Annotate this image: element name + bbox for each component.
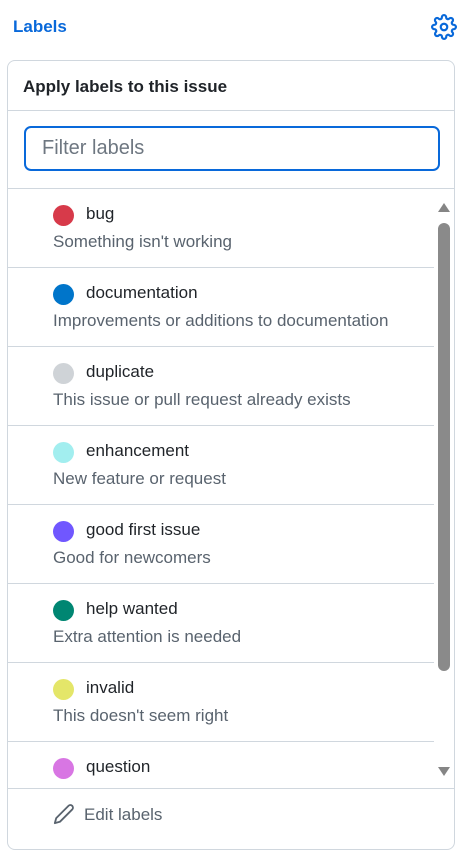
label-option-invalid[interactable]: invalid This doesn't seem right: [8, 663, 434, 742]
label-option-good-first-issue[interactable]: good first issue Good for newcomers: [8, 505, 434, 584]
edit-labels-label: Edit labels: [84, 805, 163, 824]
panel-title: Apply labels to this issue: [23, 77, 228, 96]
label-option-documentation[interactable]: documentation Improvements or additions t…: [8, 268, 434, 347]
label-option-bug[interactable]: bug Something isn't working: [8, 189, 434, 268]
scrollbar[interactable]: [436, 193, 452, 783]
label-description: This doesn't seem right: [53, 706, 229, 725]
divider: [8, 110, 454, 111]
label-option-question[interactable]: questionFurther information is requested: [8, 742, 434, 789]
label-name: enhancement: [86, 441, 190, 460]
label-name: duplicate: [86, 362, 155, 381]
labels-header: Labels: [0, 0, 471, 58]
label-option-enhancement[interactable]: enhancement New feature or request: [8, 426, 434, 505]
label-color-dot: [53, 442, 74, 463]
label-name: help wanted: [86, 599, 178, 618]
filter-labels-input[interactable]: [24, 126, 440, 171]
gear-icon[interactable]: [431, 14, 457, 40]
label-color-dot: [53, 521, 74, 542]
label-name: documentation: [86, 283, 198, 302]
label-color-dot: [53, 679, 74, 700]
label-description: Extra attention is needed: [53, 627, 242, 646]
scroll-down-arrow-icon[interactable]: [438, 767, 450, 776]
label-name: invalid: [86, 678, 135, 697]
label-option-duplicate[interactable]: duplicate This issue or pull request alre…: [8, 347, 434, 426]
label-description: Good for newcomers: [53, 548, 211, 567]
label-color-dot: [53, 758, 74, 779]
divider: [8, 788, 454, 789]
label-color-dot: [53, 284, 74, 305]
scrollbar-thumb[interactable]: [438, 223, 450, 671]
label-option-help-wanted[interactable]: help wanted Extra attention is needed: [8, 584, 434, 663]
labels-heading[interactable]: Labels: [13, 17, 67, 37]
label-color-dot: [53, 600, 74, 621]
pencil-icon: [53, 804, 74, 825]
labels-dropdown-panel: Apply labels to this issue bug Something …: [7, 60, 455, 850]
label-description: New feature or request: [53, 469, 226, 488]
label-color-dot: [53, 205, 74, 226]
labels-list: bug Something isn't working documentation I…: [8, 189, 434, 789]
label-name: good first issue: [86, 520, 201, 539]
label-description: This issue or pull request already exist…: [53, 390, 351, 409]
label-color-dot: [53, 363, 74, 384]
label-name: question: [86, 757, 151, 776]
label-name: bug: [86, 204, 115, 223]
label-description: Something isn't working: [53, 232, 232, 251]
scroll-up-arrow-icon[interactable]: [438, 203, 450, 212]
label-description: Improvements or additions to documentati…: [53, 311, 389, 330]
